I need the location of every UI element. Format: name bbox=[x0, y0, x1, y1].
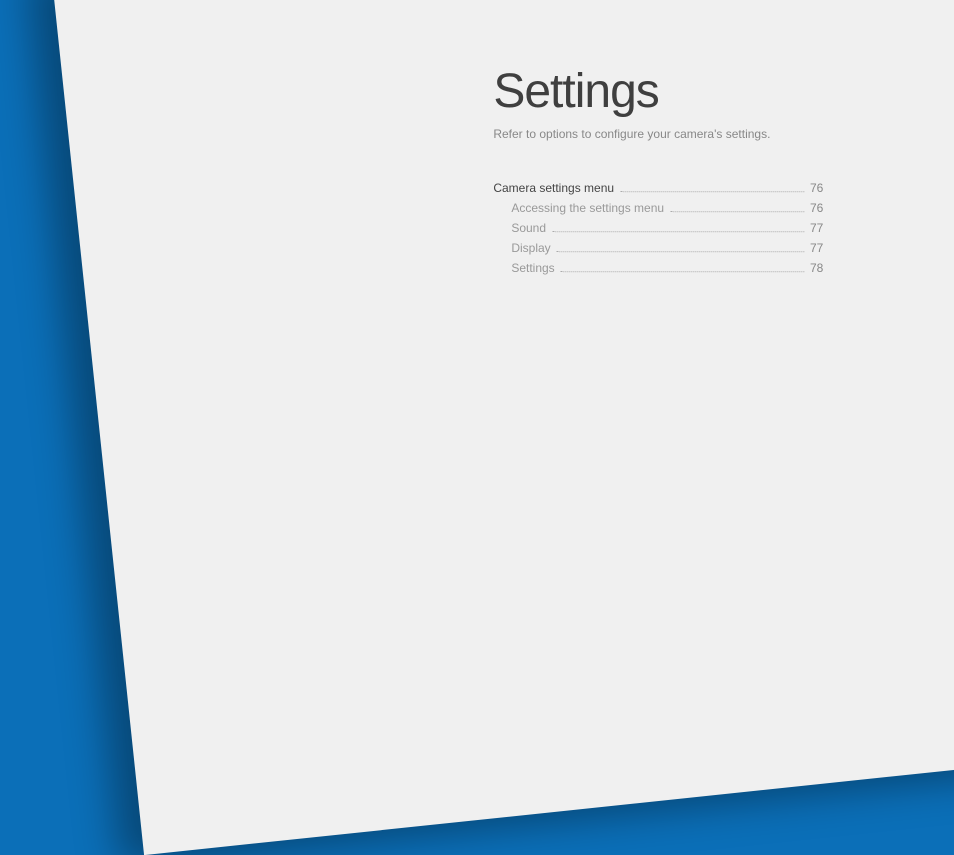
toc-sub-page: 76 bbox=[810, 201, 823, 215]
toc-main-row: Camera settings menu 76 bbox=[493, 181, 823, 195]
page-content: Settings Refer to options to configure y… bbox=[493, 64, 893, 281]
toc-main-label: Camera settings menu bbox=[493, 181, 614, 195]
toc-sub-row: Accessing the settings menu 76 bbox=[493, 201, 823, 215]
page-subtitle: Refer to options to configure your camer… bbox=[493, 127, 893, 141]
toc-sub-row: Sound 77 bbox=[493, 221, 823, 235]
toc-dots bbox=[557, 251, 804, 252]
toc-dots bbox=[620, 191, 804, 192]
toc-sub-row: Display 77 bbox=[493, 241, 823, 255]
toc-sub-page: 77 bbox=[810, 221, 823, 235]
document-page: Settings Refer to options to configure y… bbox=[50, 0, 954, 855]
toc-sub-label: Sound bbox=[511, 221, 546, 235]
toc-dots bbox=[561, 271, 804, 272]
toc-sub-label: Display bbox=[511, 241, 550, 255]
toc-sub-page: 77 bbox=[810, 241, 823, 255]
table-of-contents: Camera settings menu 76 Accessing the se… bbox=[493, 181, 893, 275]
toc-dots bbox=[552, 231, 804, 232]
toc-main-page: 76 bbox=[810, 181, 823, 195]
toc-dots bbox=[670, 211, 804, 212]
toc-sub-row: Settings 78 bbox=[493, 261, 823, 275]
toc-sub-label: Settings bbox=[511, 261, 554, 275]
toc-sub-label: Accessing the settings menu bbox=[511, 201, 664, 215]
toc-sub-page: 78 bbox=[810, 261, 823, 275]
page-title: Settings bbox=[493, 64, 893, 119]
